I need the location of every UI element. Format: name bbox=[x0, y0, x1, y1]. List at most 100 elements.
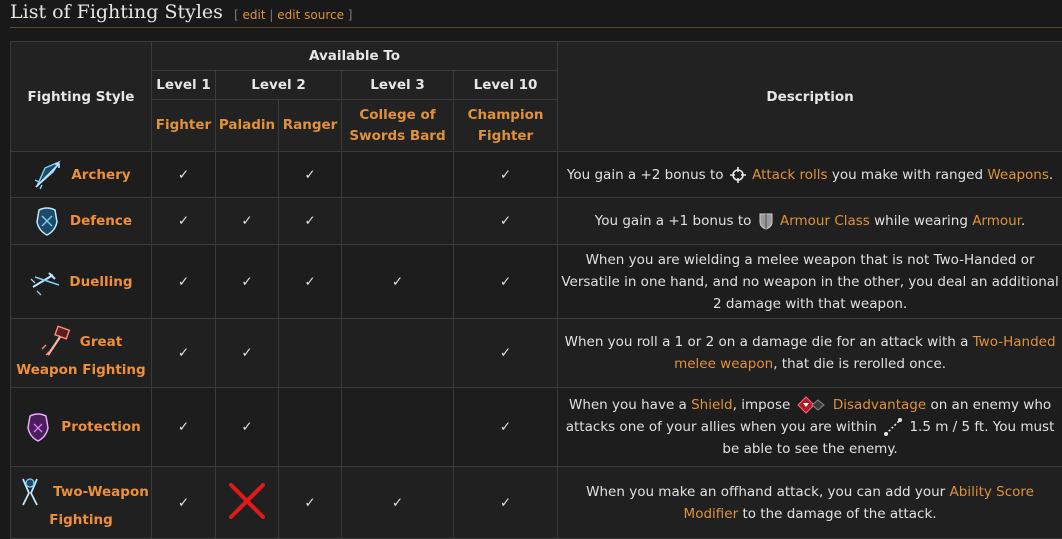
defence-link[interactable]: Defence bbox=[70, 213, 132, 229]
desc-text: When you have a bbox=[568, 397, 687, 413]
fighting-style-cell: Defence bbox=[10, 197, 152, 245]
description-cell: You gain a +2 bonus to Attack rolls you … bbox=[557, 151, 1062, 198]
desc-text: , impose bbox=[732, 397, 791, 413]
class-fighter-link[interactable]: Fighter bbox=[151, 99, 216, 152]
avail-cell: ✓ bbox=[151, 387, 216, 467]
class-ranger-link[interactable]: Ranger bbox=[278, 99, 342, 152]
avail-cell: ✓ bbox=[215, 387, 279, 467]
desc-text: to the damage of the attack. bbox=[742, 505, 937, 522]
header-level-10: Level 10 bbox=[452, 70, 559, 100]
avail-cell: ✓ bbox=[341, 244, 454, 319]
avail-cell bbox=[278, 387, 342, 467]
duelling-icon bbox=[30, 271, 60, 295]
table-row: Duelling ✓ ✓ ✓ ✓ ✓ When you are wielding… bbox=[10, 244, 1062, 319]
avail-cell: ✓ bbox=[452, 244, 559, 319]
avail-cell: ✓ bbox=[452, 318, 559, 388]
avail-cell bbox=[341, 151, 454, 198]
desc-text: . bbox=[1021, 213, 1026, 229]
fighting-style-cell: Two-Weapon Fighting bbox=[10, 466, 152, 539]
protection-icon bbox=[27, 413, 50, 442]
avail-cell: ✓ bbox=[215, 244, 279, 319]
avail-cell bbox=[341, 197, 454, 245]
fighting-style-cell: Duelling bbox=[10, 244, 152, 319]
header-level-2: Level 2 bbox=[215, 70, 342, 100]
section-title: List of Fighting Styles bbox=[10, 1, 223, 23]
avail-cell: ✓ bbox=[452, 387, 559, 467]
description-cell: When you roll a 1 or 2 on a damage die f… bbox=[557, 318, 1062, 388]
avail-cell: ✓ bbox=[278, 244, 342, 319]
desc-text: When you make an offhand attack, you can… bbox=[586, 483, 946, 500]
avail-cell: ✓ bbox=[151, 466, 216, 539]
archery-link[interactable]: Archery bbox=[71, 167, 130, 183]
edit-source-link[interactable]: edit source bbox=[277, 8, 344, 22]
avail-cell: ✓ bbox=[452, 151, 559, 198]
table-row: Archery ✓ ✓ ✓ You gain a +2 bonus to Att… bbox=[10, 151, 1062, 198]
avail-cell bbox=[341, 318, 454, 388]
bracket-open: [ bbox=[234, 8, 239, 22]
description-cell: When you have a Shield, impose Disadvant… bbox=[557, 387, 1062, 467]
class-champion-fighter-link[interactable]: Champion Fighter bbox=[452, 99, 559, 152]
defence-icon bbox=[36, 207, 58, 236]
protection-link[interactable]: Protection bbox=[61, 419, 140, 435]
fighting-style-cell: Archery bbox=[10, 151, 152, 198]
table-row: Protection ✓ ✓ ✓ When you have a Shield,… bbox=[10, 387, 1062, 467]
header-fighting-style: Fighting Style bbox=[10, 41, 152, 152]
avail-cell: ✓ bbox=[151, 197, 216, 245]
two-weapon-fighting-icon bbox=[22, 477, 38, 505]
description-cell: You gain a +1 bonus to Armour Class whil… bbox=[557, 197, 1062, 245]
attack-rolls-link[interactable]: Attack rolls bbox=[752, 167, 827, 183]
avail-cell: ✓ bbox=[452, 197, 559, 245]
desc-text: You gain a +2 bonus to bbox=[566, 166, 724, 183]
table-row: Two-Weapon Fighting ✓ ✓ ✓ ✓ When you mak… bbox=[10, 466, 1062, 539]
disadvantage-dice-icon bbox=[796, 396, 825, 414]
class-college-of-swords-bard-link[interactable]: College of Swords Bard bbox=[341, 99, 454, 152]
edit-link[interactable]: edit bbox=[243, 8, 266, 22]
great-weapon-fighting-icon bbox=[41, 325, 71, 356]
class-paladin-link[interactable]: Paladin bbox=[215, 99, 279, 152]
section-heading: List of Fighting Styles [ edit | edit so… bbox=[10, 0, 1062, 28]
great-weapon-fighting-link[interactable]: Great Weapon Fighting bbox=[16, 334, 145, 378]
avail-cell bbox=[215, 466, 279, 539]
avail-cell bbox=[278, 318, 342, 388]
header-description: Description bbox=[557, 41, 1062, 152]
avail-cell bbox=[215, 151, 279, 198]
duelling-link[interactable]: Duelling bbox=[69, 274, 132, 290]
avail-cell: ✓ bbox=[151, 318, 216, 388]
armour-link[interactable]: Armour bbox=[972, 213, 1021, 229]
avail-cell: ✓ bbox=[151, 244, 216, 319]
header-level-3: Level 3 bbox=[341, 70, 454, 100]
range-icon bbox=[884, 418, 903, 436]
shield-link[interactable]: Shield bbox=[691, 397, 733, 413]
table-row: Great Weapon Fighting ✓ ✓ ✓ When you rol… bbox=[10, 318, 1062, 388]
desc-text: , that die is rerolled once. bbox=[773, 356, 947, 372]
weapons-link[interactable]: Weapons bbox=[987, 167, 1049, 183]
fighting-style-cell: Great Weapon Fighting bbox=[10, 318, 152, 388]
armour-class-icon bbox=[759, 213, 773, 230]
disadvantage-link[interactable]: Disadvantage bbox=[833, 397, 926, 413]
bracket-close: ] bbox=[347, 8, 353, 22]
avail-cell bbox=[341, 387, 454, 467]
avail-cell: ✓ bbox=[151, 151, 216, 198]
header-level-1: Level 1 bbox=[151, 70, 216, 100]
header-available-to: Available To bbox=[150, 41, 559, 71]
desc-text: When you are wielding a melee weapon tha… bbox=[561, 251, 1059, 312]
desc-text: while wearing bbox=[874, 213, 968, 229]
crosshair-icon bbox=[729, 166, 746, 183]
description-cell: When you are wielding a melee weapon tha… bbox=[557, 244, 1062, 319]
avail-cell: ✓ bbox=[341, 466, 454, 539]
fighting-style-cell: Protection bbox=[10, 387, 152, 467]
avail-cell: ✓ bbox=[215, 318, 279, 388]
armour-class-link[interactable]: Armour Class bbox=[780, 213, 870, 229]
avail-cell: ✓ bbox=[278, 151, 342, 198]
desc-text: you make with ranged bbox=[831, 166, 984, 183]
table-row: Defence ✓ ✓ ✓ ✓ You gain a +1 bonus to A… bbox=[10, 197, 1062, 245]
desc-text: . bbox=[1048, 166, 1054, 183]
cross-icon bbox=[229, 482, 265, 519]
desc-text: You gain a +1 bonus to bbox=[594, 213, 752, 229]
archery-icon bbox=[35, 160, 62, 189]
fighting-styles-table: Fighting Style Available To Description … bbox=[10, 41, 1062, 539]
edit-section-links: [ edit | edit source ] bbox=[234, 8, 352, 22]
two-weapon-fighting-link[interactable]: Two-Weapon Fighting bbox=[49, 484, 149, 528]
desc-text: When you roll a 1 or 2 on a damage die f… bbox=[564, 334, 969, 350]
avail-cell: ✓ bbox=[452, 466, 559, 539]
